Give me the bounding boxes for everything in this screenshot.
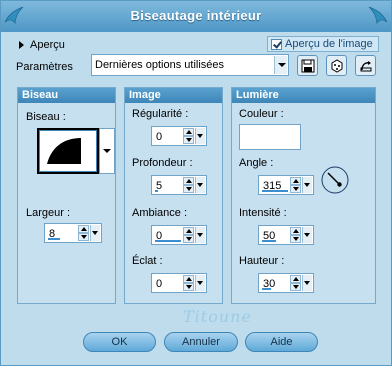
spin-up-icon[interactable]: [183, 275, 194, 283]
preview-toggle[interactable]: Aperçu: [19, 39, 65, 51]
intensity-stepper[interactable]: 50: [258, 225, 314, 245]
height-spin-buttons[interactable]: [290, 275, 301, 291]
chevron-down-icon[interactable]: [195, 177, 205, 193]
light-color-swatch[interactable]: [239, 124, 301, 150]
save-preset-button[interactable]: [297, 55, 318, 76]
chevron-down-icon[interactable]: [302, 227, 312, 243]
width-spin-buttons[interactable]: [78, 225, 89, 241]
spin-down-icon[interactable]: [183, 185, 194, 193]
regularity-label: Régularité :: [132, 108, 189, 120]
height-stepper[interactable]: 30: [258, 273, 314, 293]
spin-up-icon[interactable]: [290, 275, 301, 283]
angle-spin-buttons[interactable]: [290, 177, 301, 193]
save-preset-icon: [301, 59, 314, 72]
randomize-dice-icon: [331, 58, 342, 73]
ambiance-label: Ambiance :: [132, 207, 188, 219]
chevron-down-icon[interactable]: [195, 128, 205, 144]
reset-button[interactable]: [355, 55, 376, 76]
bevel-label: Biseau :: [26, 111, 66, 123]
chevron-down-icon[interactable]: [195, 227, 205, 243]
intensity-slider-bar[interactable]: [262, 240, 276, 242]
spin-down-icon[interactable]: [183, 235, 194, 243]
shine-spin-buttons[interactable]: [183, 275, 194, 291]
angle-label: Angle :: [239, 157, 274, 169]
bevel-group-header: Biseau: [18, 88, 115, 103]
chevron-down-icon[interactable]: [302, 177, 312, 193]
depth-slider-bar[interactable]: [155, 190, 158, 192]
depth-label: Profondeur :: [132, 157, 193, 169]
chevron-down-icon[interactable]: [195, 275, 205, 291]
ambiance-stepper[interactable]: 0: [151, 225, 207, 245]
bevel-shape-preview[interactable]: [37, 128, 99, 174]
shine-value: 0: [156, 278, 163, 290]
light-group-header: Lumière: [232, 88, 375, 103]
ambiance-slider-bar[interactable]: [155, 240, 181, 242]
angle-dial-icon[interactable]: [320, 165, 350, 195]
expand-arrow-icon: [19, 41, 24, 49]
bird-logo-icon: [368, 6, 388, 25]
color-label: Couleur :: [239, 108, 284, 120]
spin-down-icon[interactable]: [183, 136, 194, 144]
depth-stepper[interactable]: 5: [151, 175, 207, 195]
shine-stepper[interactable]: 0: [151, 273, 207, 293]
angle-stepper[interactable]: 315: [258, 175, 314, 195]
help-button[interactable]: Aide: [245, 332, 318, 352]
regularity-spin-buttons[interactable]: [183, 128, 194, 144]
image-group: Image Régularité : 0 Profondeur : 5 Ambi…: [124, 87, 223, 304]
regularity-stepper[interactable]: 0: [151, 126, 207, 146]
preview-label: Aperçu: [30, 39, 65, 51]
dialog-title: Biseautage intérieur: [130, 8, 262, 23]
chevron-down-icon[interactable]: [274, 56, 287, 74]
angle-slider-bar[interactable]: [262, 190, 288, 192]
regularity-value: 0: [156, 131, 163, 143]
height-slider-bar[interactable]: [262, 288, 271, 290]
spin-down-icon[interactable]: [290, 283, 301, 291]
params-label: Paramètres: [16, 61, 73, 73]
chevron-down-icon[interactable]: [302, 275, 312, 291]
spin-up-icon[interactable]: [183, 128, 194, 136]
watermark-signature: Titoune: [183, 307, 252, 326]
preview-image-checkbox[interactable]: Aperçu de l'image: [267, 36, 379, 52]
spin-down-icon[interactable]: [290, 235, 301, 243]
params-select-value: Dernières options utilisées: [95, 59, 225, 71]
width-slider-bar[interactable]: [48, 238, 60, 240]
spin-down-icon[interactable]: [290, 185, 301, 193]
cancel-button[interactable]: Annuler: [164, 332, 238, 352]
width-label: Largeur :: [26, 207, 71, 219]
bevel-shape-icon: [47, 138, 81, 164]
spin-up-icon[interactable]: [78, 225, 89, 233]
bevel-dialog: Biseautage intérieur Aperçu Aperçu de l'…: [0, 0, 392, 366]
reset-icon: [360, 60, 371, 71]
chevron-down-icon[interactable]: [90, 225, 100, 241]
depth-spin-buttons[interactable]: [183, 177, 194, 193]
bevel-group: Biseau Biseau : Largeur : 8: [17, 87, 116, 304]
spin-down-icon[interactable]: [183, 283, 194, 291]
spin-down-icon[interactable]: [78, 233, 89, 241]
randomize-button[interactable]: [326, 55, 347, 76]
spin-up-icon[interactable]: [290, 227, 301, 235]
bevel-dropdown-button[interactable]: [99, 128, 115, 174]
light-group: Lumière Couleur : Angle : 315 Intensité …: [231, 87, 376, 304]
shine-label: Éclat :: [132, 255, 163, 267]
intensity-label: Intensité :: [239, 207, 287, 219]
checkbox-checked-icon[interactable]: [271, 38, 282, 50]
ambiance-spin-buttons[interactable]: [183, 227, 194, 243]
height-label: Hauteur :: [239, 255, 285, 267]
spin-up-icon[interactable]: [183, 227, 194, 235]
title-bar[interactable]: Biseautage intérieur: [1, 1, 391, 32]
width-stepper[interactable]: 8: [44, 223, 102, 243]
spin-up-icon[interactable]: [183, 177, 194, 185]
preview-image-label: Aperçu de l'image: [285, 38, 373, 50]
intensity-spin-buttons[interactable]: [290, 227, 301, 243]
spin-up-icon[interactable]: [290, 177, 301, 185]
image-group-header: Image: [125, 88, 222, 103]
ok-button[interactable]: OK: [83, 332, 156, 352]
params-select[interactable]: Dernières options utilisées: [91, 54, 289, 76]
